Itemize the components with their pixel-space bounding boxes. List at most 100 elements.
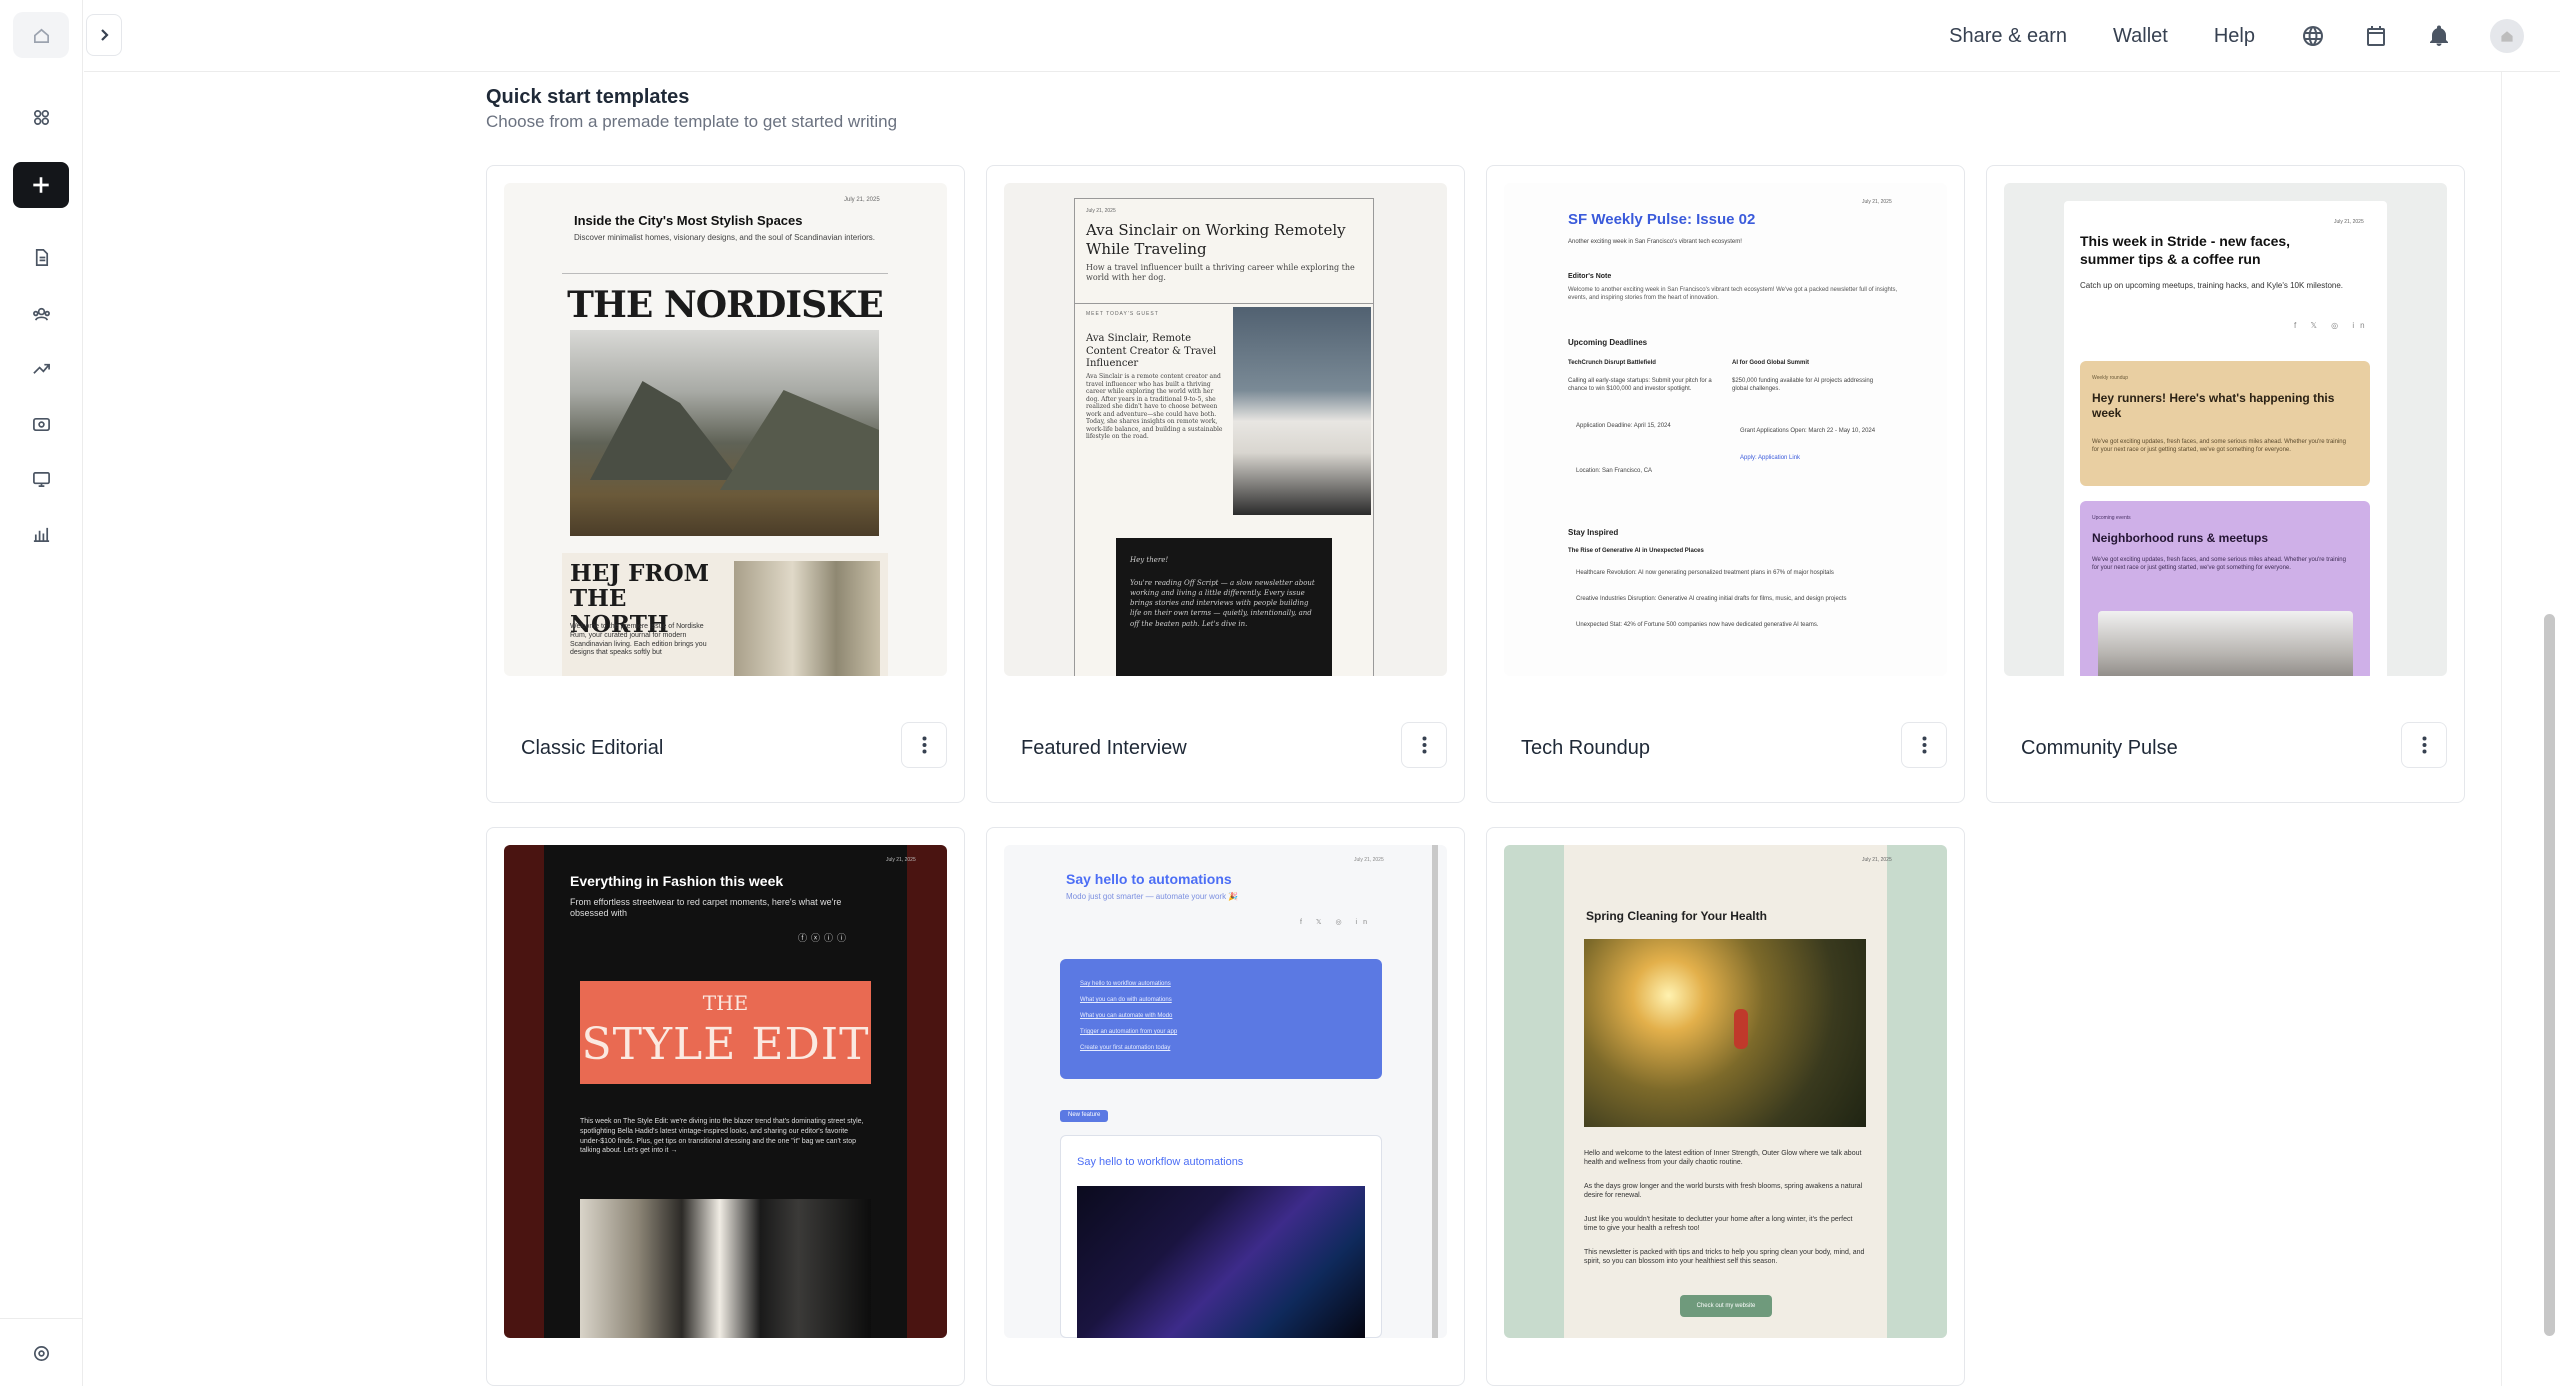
- deadlines-title: Upcoming Deadlines: [1568, 338, 1648, 347]
- notifications-button[interactable]: [2427, 24, 2451, 48]
- template-thumbnail: July 21, 2025 Inside the City's Most Sty…: [504, 183, 947, 676]
- template-card-fashion[interactable]: July 21, 2025 Everything in Fashion this…: [486, 827, 965, 1386]
- runners-photo: [2098, 611, 2353, 676]
- mountain-photo: [570, 330, 879, 536]
- globe-button[interactable]: [2301, 24, 2325, 48]
- growth-button[interactable]: [13, 345, 69, 391]
- fashion-photo: [580, 1199, 871, 1338]
- intro-box: Hey there! You're reading Off Script — a…: [1116, 538, 1332, 676]
- share-and-earn-link[interactable]: Share & earn: [1949, 25, 2067, 48]
- more-options-button[interactable]: [1901, 722, 1947, 768]
- template-thumbnail: July 21, 2025 Everything in Fashion this…: [504, 845, 947, 1338]
- kebab-icon: [2422, 736, 2426, 754]
- template-card-product-update[interactable]: July 21, 2025 Say hello to automations M…: [986, 827, 1465, 1386]
- stay-inspired-title: Stay Inspired: [1568, 528, 1619, 537]
- newsletter-subheading: Another exciting week in San Francisco's…: [1568, 239, 1742, 245]
- website-icon: [32, 471, 50, 487]
- toc-link[interactable]: Say hello to workflow automations: [1080, 981, 1171, 989]
- template-thumbnail: July 21, 2025 Ava Sinclair on Working Re…: [1004, 183, 1447, 676]
- health-paragraph: This newsletter is packed with tips and …: [1584, 1249, 1865, 1265]
- health-paragraph: Hello and welcome to the latest edition …: [1584, 1150, 1862, 1166]
- settings-button[interactable]: [13, 1330, 69, 1376]
- template-card-classic-editorial[interactable]: July 21, 2025 Inside the City's Most Sty…: [486, 165, 965, 803]
- scrollbar-track[interactable]: [2501, 72, 2560, 1386]
- rail-divider: [0, 1318, 82, 1319]
- scrollbar-thumb[interactable]: [2544, 614, 2555, 1336]
- dashboard-icon: [33, 109, 49, 125]
- calendar-button[interactable]: [2364, 24, 2388, 48]
- settings-icon: [33, 1345, 49, 1361]
- create-button[interactable]: [13, 162, 69, 208]
- inspired-bullet: Unexpected Stat: 42% of Fortune 500 comp…: [1576, 622, 1819, 628]
- box-kicker: Weekly roundup: [2092, 375, 2129, 381]
- fashion-body: This week on The Style Edit: we're divin…: [580, 1118, 864, 1155]
- feature-block: HEJ FROM THE NORTH Welcome to the premie…: [562, 553, 888, 676]
- toc-link[interactable]: What you can automate with Modo: [1080, 1013, 1172, 1021]
- expand-sidebar-button[interactable]: [86, 14, 122, 56]
- toc-link[interactable]: Trigger an automation from your app: [1080, 1029, 1177, 1037]
- newsletter-heading: Spring Cleaning for Your Health: [1586, 909, 1767, 923]
- banner-title: STYLE EDIT: [581, 1019, 870, 1070]
- newsletter-subheading: Discover minimalist homes, visionary des…: [574, 233, 876, 242]
- template-card-tech-roundup[interactable]: July 21, 2025 SF Weekly Pulse: Issue 02 …: [1486, 165, 1965, 803]
- deadline-2-body: $250,000 funding available for AI projec…: [1732, 378, 1874, 392]
- date-text: July 21, 2025: [1862, 857, 1892, 863]
- new-feature-tag: New feature: [1060, 1110, 1109, 1122]
- date-text: July 21, 2025: [1354, 857, 1384, 863]
- growth-icon: [32, 363, 50, 374]
- stay-inspired-subtitle: The Rise of Generative AI in Unexpected …: [1568, 548, 1704, 554]
- dashboard-button[interactable]: [13, 94, 69, 140]
- newsletter-subheading: Catch up on upcoming meetups, training h…: [2080, 281, 2344, 290]
- template-card-featured-interview[interactable]: July 21, 2025 Ava Sinclair on Working Re…: [986, 165, 1465, 803]
- analytics-icon: [33, 527, 49, 542]
- home-icon: [33, 28, 49, 43]
- kicker-text: MEET TODAY'S GUEST: [1086, 311, 1159, 317]
- more-options-button[interactable]: [1401, 722, 1447, 768]
- more-options-button[interactable]: [2401, 722, 2447, 768]
- greeting-text: Hey there!: [1130, 556, 1169, 564]
- newsletter-subheading: Modo just got smarter — automate your wo…: [1066, 892, 1239, 901]
- workspace-logo[interactable]: [13, 12, 69, 58]
- deadline-2-bullet: Grant Applications Open: March 22 - May …: [1740, 428, 1876, 434]
- box-title: Hey runners! Here's what's happening thi…: [2092, 391, 2335, 420]
- box-title: Neighborhood runs & meetups: [2092, 531, 2269, 545]
- toc-link[interactable]: Create your first automation today: [1080, 1045, 1170, 1053]
- roundup-box: Weekly roundup Hey runners! Here's what'…: [2080, 361, 2370, 486]
- template-thumbnail: July 21, 2025 This week in Stride - new …: [2004, 183, 2447, 676]
- date-text: July 21, 2025: [886, 857, 916, 863]
- newsletter-heading: Ava Sinclair on Working Remotely While T…: [1086, 221, 1346, 258]
- template-thumbnail: July 21, 2025 SF Weekly Pulse: Issue 02 …: [1504, 183, 1947, 676]
- wallet-link[interactable]: Wallet: [2113, 25, 2168, 48]
- analytics-button[interactable]: [13, 511, 69, 557]
- help-link[interactable]: Help: [2214, 25, 2255, 48]
- monetize-button[interactable]: [13, 401, 69, 447]
- monetize-icon: [32, 417, 50, 431]
- newsletter-heading: Inside the City's Most Stylish Spaces: [574, 213, 803, 228]
- bell-icon: [2430, 25, 2448, 46]
- newsletter-subheading: From effortless streetwear to red carpet…: [570, 897, 842, 919]
- intro-note: You're reading Off Script — a slow newsl…: [1130, 579, 1315, 628]
- events-box: Upcoming events Neighborhood runs & meet…: [2080, 501, 2370, 676]
- calendar-icon: [2367, 26, 2385, 46]
- avatar[interactable]: [2490, 19, 2524, 53]
- newsletter-heading: This week in Stride - new faces, summer …: [2080, 233, 2291, 267]
- template-thumbnail: July 21, 2025 Spring Cleaning for Your H…: [1504, 845, 1947, 1338]
- top-bar: Share & earn Wallet Help: [84, 0, 2560, 72]
- toc-link[interactable]: What you can do with automations: [1080, 997, 1172, 1005]
- newsletter-heading: Say hello to automations: [1066, 871, 1232, 887]
- newsletter-subheading: How a travel influencer built a thriving…: [1086, 263, 1355, 282]
- inspired-bullet: Healthcare Revolution: AI now generating…: [1576, 570, 1834, 576]
- template-name: Featured Interview: [1021, 737, 1187, 759]
- user-icon: [2501, 31, 2513, 42]
- template-card-health[interactable]: July 21, 2025 Spring Cleaning for Your H…: [1486, 827, 1965, 1386]
- website-button[interactable]: [13, 456, 69, 502]
- template-name: Community Pulse: [2021, 737, 2178, 759]
- more-options-button[interactable]: [901, 722, 947, 768]
- social-icons: f 𝕏 ◎ in: [2294, 321, 2371, 330]
- template-card-community-pulse[interactable]: July 21, 2025 This week in Stride - new …: [1986, 165, 2465, 803]
- date-text: July 21, 2025: [844, 197, 880, 203]
- audience-button[interactable]: [13, 290, 69, 336]
- template-name: Tech Roundup: [1521, 737, 1650, 759]
- posts-button[interactable]: [13, 234, 69, 280]
- website-cta-button[interactable]: Check out my website: [1680, 1295, 1772, 1317]
